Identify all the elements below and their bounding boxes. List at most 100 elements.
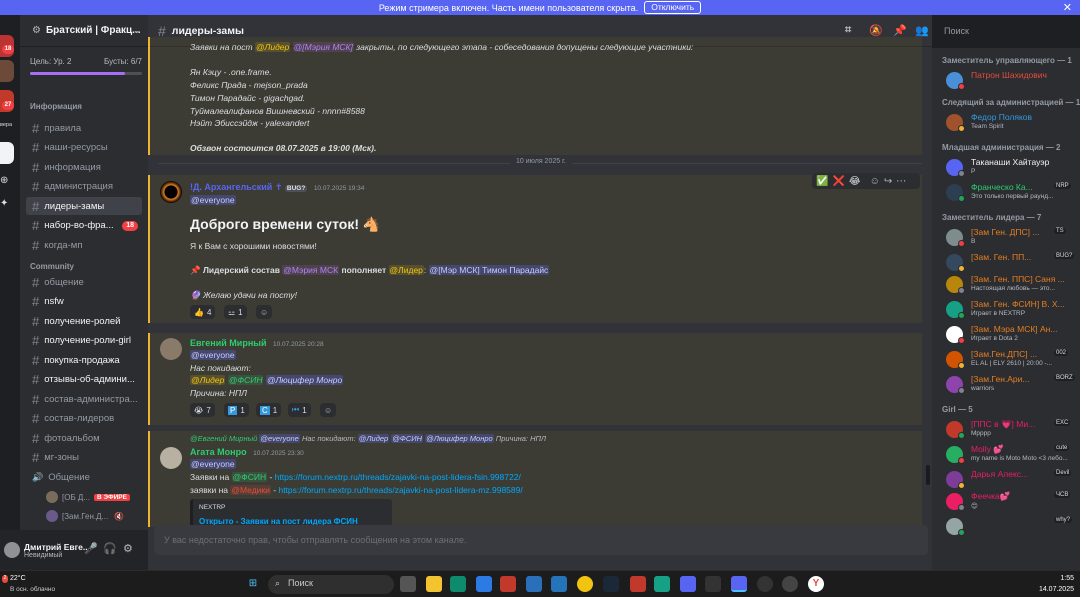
edge-icon[interactable] <box>450 576 466 592</box>
member-item[interactable]: Франческо Ка... NRP Это только первый раун… <box>942 182 1078 202</box>
discord-icon[interactable] <box>731 576 747 592</box>
disable-streamer-button[interactable]: Отключить <box>644 1 702 14</box>
gift-icon[interactable] <box>500 576 516 592</box>
channel-item[interactable]: # лидеры-замы <box>26 197 142 215</box>
vscode-icon[interactable] <box>551 576 567 592</box>
role-mention[interactable]: @Лидер <box>388 265 424 275</box>
pin-icon[interactable]: 📌 <box>893 24 907 37</box>
close-icon[interactable]: ✕ <box>1063 1 1072 14</box>
role-mention[interactable]: @Мэрия МСК <box>282 265 340 275</box>
message-author[interactable]: Агата Монро 10.07.2025 23:30 <box>190 447 304 457</box>
chrome-icon[interactable] <box>577 576 593 592</box>
app-icon[interactable] <box>654 576 670 592</box>
category-info[interactable]: Информация <box>30 102 82 111</box>
cross-reaction-icon[interactable]: ❌ <box>832 176 844 187</box>
member-item[interactable]: [Зам Ген. ДПС] ... TS B <box>942 227 1078 247</box>
channel-item[interactable]: # получение-роли-girl <box>26 332 142 350</box>
check-reaction-icon[interactable]: ✅ <box>816 176 828 187</box>
app-icon[interactable] <box>630 576 646 592</box>
reply-preview[interactable]: @Евгений Мирный @everyone Нас покидают: … <box>190 434 546 443</box>
voice-user[interactable]: [Зам.Ген.Д... 🔇 <box>46 508 146 524</box>
reply-icon[interactable]: ↪ <box>884 176 892 187</box>
role-mention[interactable]: @ФСИН <box>227 375 264 385</box>
channel-item[interactable]: 🔊 Общение <box>26 468 142 486</box>
add-reaction-icon[interactable]: ☺ <box>256 305 273 319</box>
threads-icon[interactable]: ⌗ <box>845 24 851 37</box>
app-icon[interactable] <box>757 576 773 592</box>
headphones-icon[interactable]: 🎧 <box>103 542 117 555</box>
steam-icon[interactable] <box>603 576 619 592</box>
search-input[interactable]: Поиск <box>938 22 1076 42</box>
channel-item[interactable]: # администрация <box>26 178 142 196</box>
role-mention[interactable]: @Медики <box>230 485 271 495</box>
member-item[interactable]: [ППС в 💗] Ми... EXC Мрррр <box>942 419 1078 439</box>
role-mention[interactable]: @Лидер <box>190 375 226 385</box>
app-icon[interactable] <box>526 576 542 592</box>
role-mention[interactable]: @ФСИН <box>231 472 268 482</box>
clock-time[interactable]: 1:55 <box>1040 575 1074 582</box>
reaction[interactable]: P1 <box>224 403 249 417</box>
everyone-mention[interactable]: @everyone <box>190 350 236 360</box>
member-item[interactable]: why? <box>942 516 1078 536</box>
microphone-icon[interactable]: 🎤 <box>84 542 98 555</box>
notifications-icon[interactable]: 🔕 <box>869 24 883 37</box>
reaction[interactable]: C1 <box>256 403 282 417</box>
yandex-icon[interactable]: Y <box>808 576 824 592</box>
message-author[interactable]: !Д. Архангельский ✝ BUG? 10.07.2025 19:3… <box>190 182 364 193</box>
member-item[interactable]: [Зам.Ген.Ари... BORZ warriors <box>942 374 1078 394</box>
gear-icon[interactable]: ⚙ <box>123 542 133 555</box>
member-item[interactable]: Федор Поляков Team Spirit <box>942 112 1078 132</box>
channel-item[interactable]: # наши-ресурсы <box>26 139 142 157</box>
channel-item[interactable]: # получение-ролей <box>26 312 142 330</box>
role-mention[interactable]: @Лидер <box>254 42 291 52</box>
scrollbar[interactable] <box>926 465 930 485</box>
discover-icon[interactable]: ✦ <box>0 198 8 209</box>
add-reaction-icon[interactable]: ☺ <box>870 176 880 187</box>
reaction[interactable]: ⚍ 1 <box>224 305 247 319</box>
members-icon[interactable]: 👥 <box>915 24 929 37</box>
task-view-icon[interactable] <box>400 576 416 592</box>
member-item[interactable]: Патрон Шахидович <box>942 70 1078 90</box>
channel-item[interactable]: # мг-зоны <box>26 449 142 467</box>
channel-item[interactable]: # информация <box>26 158 142 176</box>
start-icon[interactable]: ⊞ <box>245 576 261 592</box>
member-item[interactable]: [Зам. Ген. ППС] Саня ... Настоящая любовь… <box>942 274 1078 294</box>
channel-item[interactable]: # состав-администра... <box>26 390 142 408</box>
everyone-mention[interactable]: @everyone <box>190 459 236 469</box>
channel-item[interactable]: # отзывы-об-админи... <box>26 371 142 389</box>
boost-goal[interactable]: Цель: Ур. 2 Бусты: 6/7 <box>30 57 142 66</box>
app-icon[interactable] <box>705 576 721 592</box>
store-icon[interactable] <box>476 576 492 592</box>
channel-item[interactable]: # набор-во-фра... 18 <box>26 217 142 235</box>
member-item[interactable]: Феечка💕 ЧСВ 😊 <box>942 491 1078 511</box>
server-name-header[interactable]: ⚙ Братский | Фракц... ⌄ <box>20 15 148 47</box>
member-item[interactable]: [Зам. Ген. ФСИН] В. Х... Играет в NEXTRP <box>942 299 1078 319</box>
channel-item[interactable]: # фотоальбом <box>26 429 142 447</box>
forum-link[interactable]: https://forum.nextrp.ru/threads/zajavki-… <box>278 485 522 495</box>
message-author[interactable]: Евгений Мирный 10.07.2025 20:28 <box>190 338 324 348</box>
avatar[interactable] <box>160 447 182 469</box>
channel-item[interactable]: # покупка-продажа <box>26 351 142 369</box>
everyone-mention[interactable]: @everyone <box>190 195 236 205</box>
reaction[interactable]: ⏮ 1 <box>288 403 311 417</box>
member-item[interactable]: Дарья Алекс... Devil <box>942 469 1078 489</box>
file-explorer-icon[interactable] <box>426 576 442 592</box>
laugh-reaction-icon[interactable]: 😂 <box>849 176 861 187</box>
reaction[interactable]: 😭 7 <box>190 403 215 417</box>
more-icon[interactable]: ⋯ <box>896 176 906 187</box>
taskbar-search[interactable]: ⌕ Поиск <box>268 575 394 594</box>
media-icon[interactable] <box>782 576 798 592</box>
add-server-icon[interactable]: ⊕ <box>0 175 8 186</box>
role-mention[interactable]: @[Мэрия МСК] <box>292 42 354 52</box>
user-mention[interactable]: @[Мэр МСК] Тимон Парадайс <box>428 265 550 275</box>
member-item[interactable]: Molly 💕 cute my name is Moto Moto <3 лебо.… <box>942 444 1078 464</box>
server-icon[interactable] <box>0 60 14 82</box>
category-community[interactable]: Community <box>30 262 74 271</box>
role-mention[interactable]: @Люцифер Монро <box>265 375 344 385</box>
forum-link[interactable]: https://forum.nextrp.ru/threads/zajavki-… <box>275 472 521 482</box>
add-reaction-icon[interactable]: ☺ <box>320 403 337 417</box>
channel-item[interactable]: # когда-мп <box>26 236 142 254</box>
avatar[interactable] <box>160 338 182 360</box>
channel-item[interactable]: # правила <box>26 119 142 137</box>
weather-temp[interactable]: 22°C <box>10 575 26 582</box>
